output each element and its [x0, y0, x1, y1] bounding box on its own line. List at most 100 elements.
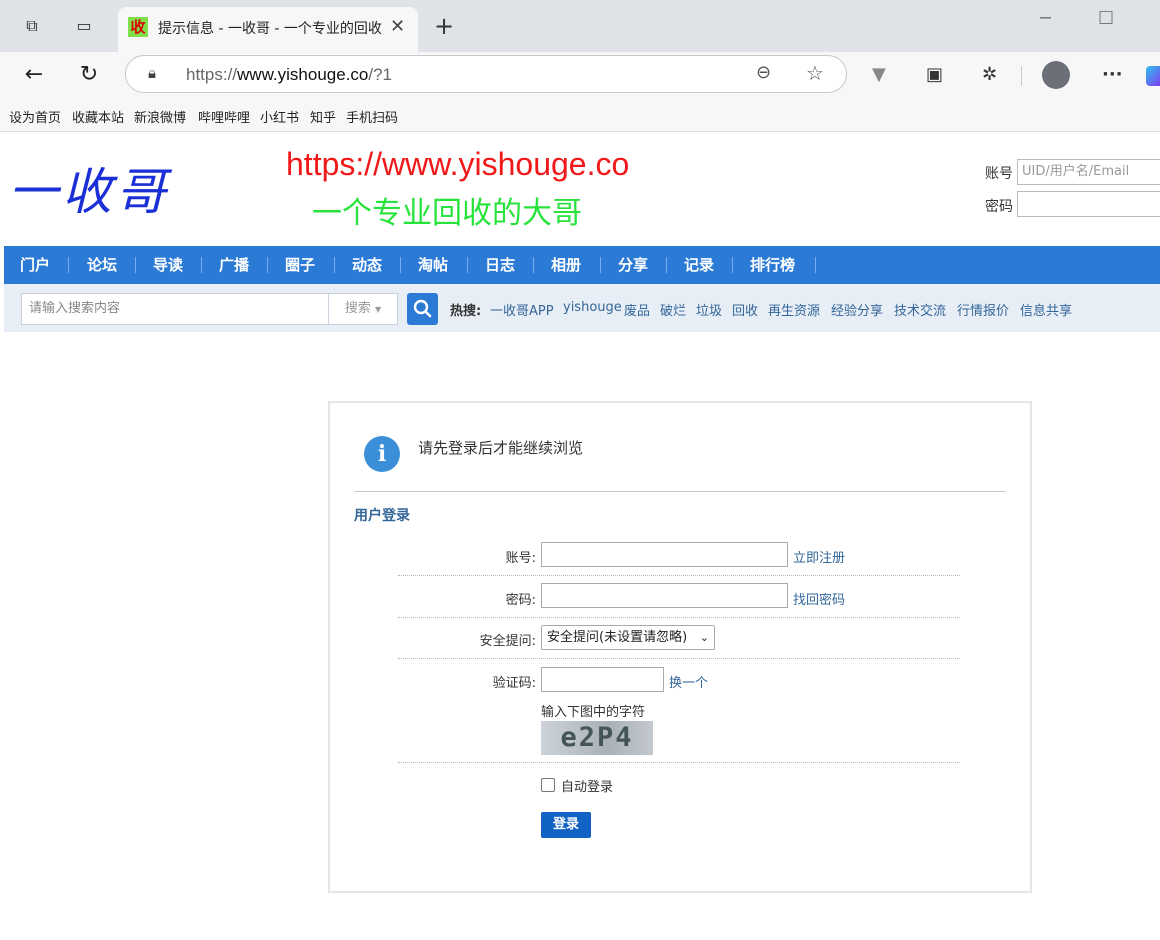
nav-separator [533, 257, 534, 273]
tab-title: 提示信息 - 一收哥 - 一个专业的回收的大哥 [158, 21, 383, 37]
nav-circle[interactable]: 圈子 [285, 246, 315, 284]
search-type-dropdown[interactable]: 搜索 ▼ [328, 293, 398, 325]
nav-share[interactable]: 分享 [618, 246, 648, 284]
header-password-input[interactable] [1017, 191, 1160, 217]
login-panel: i 请先登录后才能继续浏览 用户登录 账号: 立即注册 密码: 找回密码 安全提… [328, 401, 1032, 893]
search-button[interactable] [407, 293, 438, 325]
security-question-label: 安全提问: [479, 634, 536, 649]
nav-forum[interactable]: 论坛 [87, 246, 117, 284]
account-label: 账号: [505, 551, 536, 566]
forgot-password-link[interactable]: 找回密码 [793, 589, 845, 608]
extensions-puzzle-icon[interactable]: ✲ [982, 64, 997, 85]
site-url-banner: https://www.yishouge.co [286, 146, 630, 182]
row-divider [398, 575, 960, 576]
captcha-image[interactable]: e2P4 [541, 721, 653, 755]
close-tab-icon[interactable]: ✕ [390, 16, 405, 37]
url-text[interactable]: https://www.yishouge.co/?1 [186, 65, 392, 85]
address-bar[interactable]: 🔒︎ https://www.yishouge.co/?1 ⊖ ☆ [125, 55, 847, 93]
hot-link[interactable]: 技术交流 [894, 300, 946, 319]
lock-icon[interactable]: 🔒︎ [148, 64, 156, 82]
zoom-icon[interactable]: ⊖ [756, 62, 771, 83]
tab-actions-icon[interactable]: ▭ [72, 14, 96, 38]
nav-separator [334, 257, 335, 273]
autologin-label[interactable]: 自动登录 [561, 776, 613, 795]
refresh-icon[interactable]: ↻ [75, 61, 103, 89]
hot-link[interactable]: 回收 [732, 300, 758, 319]
favorites-bar: 设为首页 收藏本站 新浪微博 哔哩哔哩 小红书 知乎 手机扫码 [0, 98, 1160, 132]
nav-portal[interactable]: 门户 [20, 246, 50, 284]
nav-blog[interactable]: 日志 [485, 246, 515, 284]
nav-ranking[interactable]: 排行榜 [750, 246, 795, 284]
fav-weibo[interactable]: 新浪微博 [134, 107, 186, 126]
minimize-icon[interactable]: ─ [1040, 8, 1051, 29]
captcha-hint: 输入下图中的字符 [541, 705, 646, 720]
nav-album[interactable]: 相册 [551, 246, 581, 284]
profile-avatar[interactable] [1042, 61, 1070, 89]
toolbar-divider [1021, 66, 1022, 86]
hot-link[interactable]: 行情报价 [957, 300, 1009, 319]
nav-separator [267, 257, 268, 273]
tab-favicon: 收 [128, 17, 148, 37]
site-slogan: 一个专业回收的大哥 [312, 196, 582, 231]
nav-records[interactable]: 记录 [684, 246, 714, 284]
hot-link[interactable]: yishouge [563, 300, 622, 315]
hot-link[interactable]: 信息共享 [1020, 300, 1072, 319]
row-divider [398, 762, 960, 763]
search-input[interactable]: 请输入搜索内容 [21, 293, 336, 325]
vue-devtools-icon[interactable]: ▼ [872, 64, 886, 85]
extension-icon[interactable]: ▣ [926, 64, 943, 85]
browser-tab-active[interactable]: 收 提示信息 - 一收哥 - 一个专业的回收的大哥 ✕ [118, 7, 418, 52]
hot-link[interactable]: 一收哥APP [490, 300, 554, 319]
new-tab-icon[interactable]: + [432, 14, 456, 38]
header-account-label: 账号 [985, 166, 1013, 182]
fav-bookmark-site[interactable]: 收藏本站 [72, 107, 124, 126]
search-icon [413, 299, 432, 318]
hot-link[interactable]: 经验分享 [831, 300, 883, 319]
security-question-select[interactable]: 安全提问(未设置请忽略) ⌄ [541, 625, 715, 650]
fav-mobile-scan[interactable]: 手机扫码 [346, 107, 398, 126]
divider [354, 491, 1006, 492]
password-field[interactable] [541, 583, 788, 608]
hot-link[interactable]: 再生资源 [768, 300, 820, 319]
hot-link[interactable]: 破烂 [660, 300, 686, 319]
browser-tabstrip: ⧉ ▭ 收 提示信息 - 一收哥 - 一个专业的回收的大哥 ✕ + ─ ☐ [0, 0, 1160, 52]
hot-link[interactable]: 废品 [624, 300, 650, 319]
nav-guide[interactable]: 导读 [153, 246, 183, 284]
fav-xiaohongshu[interactable]: 小红书 [260, 107, 299, 126]
nav-activity[interactable]: 动态 [352, 246, 382, 284]
login-section-title: 用户登录 [354, 508, 410, 524]
nav-broadcast[interactable]: 广播 [219, 246, 249, 284]
password-label: 密码: [505, 593, 536, 608]
fav-zhihu[interactable]: 知乎 [310, 107, 336, 126]
fav-bilibili[interactable]: 哔哩哔哩 [198, 107, 250, 126]
workspaces-icon[interactable]: ⧉ [20, 14, 44, 38]
account-field[interactable] [541, 542, 788, 567]
hot-link[interactable]: 垃圾 [696, 300, 722, 319]
login-button[interactable]: 登录 [541, 812, 591, 838]
copilot-icon[interactable] [1146, 66, 1160, 86]
hot-search-label: 热搜: [450, 304, 482, 319]
chevron-down-icon: ⌄ [699, 631, 709, 644]
fav-set-homepage[interactable]: 设为首页 [9, 107, 61, 126]
header-account-input[interactable]: UID/用户名/Email [1017, 159, 1160, 185]
nav-collections[interactable]: 淘帖 [418, 246, 448, 284]
maximize-icon[interactable]: ☐ [1098, 8, 1114, 29]
autologin-checkbox[interactable] [541, 778, 555, 792]
back-icon[interactable]: ← [20, 61, 48, 89]
nav-separator [815, 257, 816, 273]
row-divider [398, 617, 960, 618]
login-required-message: 请先登录后才能继续浏览 [418, 439, 584, 457]
more-menu-icon[interactable]: ··· [1102, 64, 1123, 85]
favorite-star-icon[interactable]: ☆ [806, 61, 824, 85]
caret-down-icon: ▼ [375, 305, 382, 314]
site-logo[interactable]: 一收哥 [8, 152, 170, 224]
captcha-refresh-link[interactable]: 换一个 [669, 672, 708, 691]
captcha-label: 验证码: [492, 676, 536, 691]
captcha-field[interactable] [541, 667, 664, 692]
address-bar-row: ← ↻ 🔒︎ https://www.yishouge.co/?1 ⊖ ☆ ▼ … [0, 52, 1160, 98]
nav-separator [400, 257, 401, 273]
register-link[interactable]: 立即注册 [793, 547, 845, 566]
nav-separator [600, 257, 601, 273]
header-password-label: 密码 [985, 199, 1013, 215]
nav-separator [68, 257, 69, 273]
